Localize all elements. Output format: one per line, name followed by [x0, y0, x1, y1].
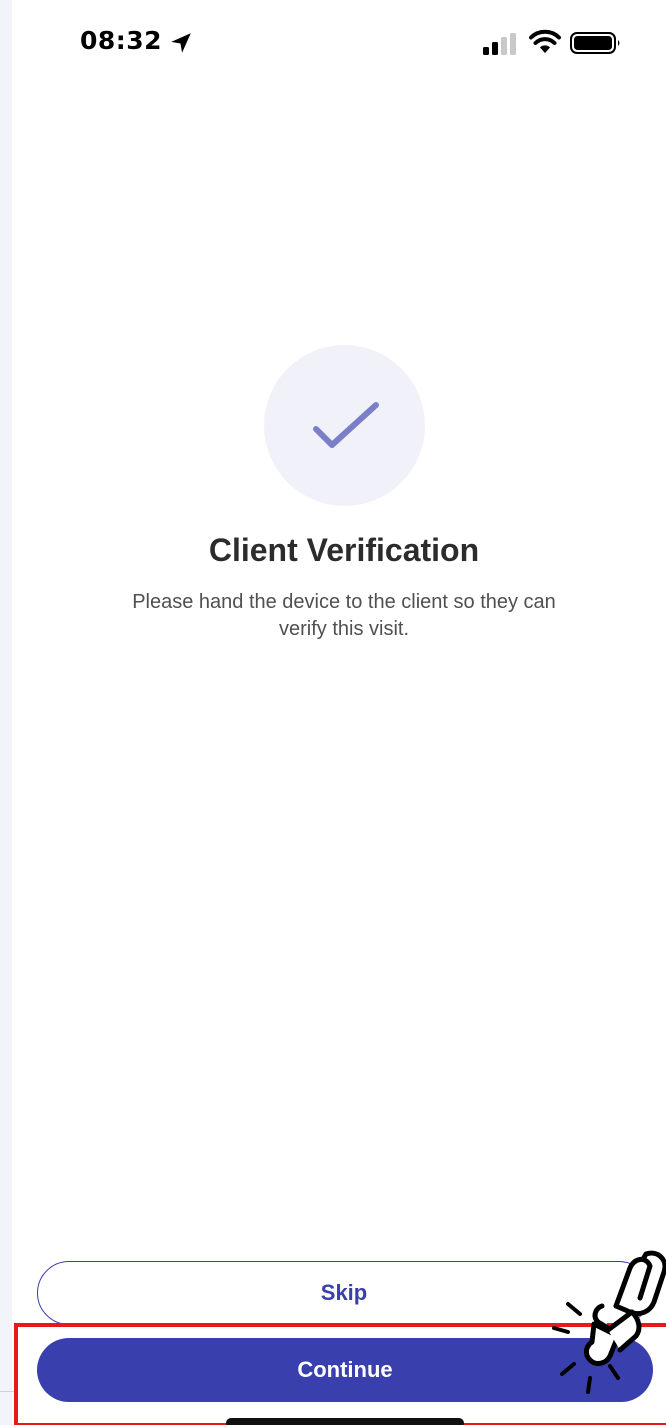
wifi-icon: [529, 29, 561, 53]
skip-button-label: Skip: [320, 1280, 368, 1305]
page-subtitle: Please hand the device to the client so …: [132, 591, 556, 640]
battery-icon: [570, 32, 620, 54]
client-verification-screen: 08:32 Client Verification Please hand th…: [0, 0, 666, 1425]
page-title: Client Verification: [208, 532, 480, 568]
verification-check-circle: [264, 345, 425, 506]
left-edge-strip: [0, 0, 12, 1425]
cellular-signal-icon: [483, 33, 516, 55]
status-time: 08:32: [80, 26, 163, 55]
checkmark-icon: [313, 402, 379, 448]
location-arrow-icon: [171, 33, 191, 53]
bottom-divider: [0, 1391, 14, 1392]
tap-hand-icon: [552, 1250, 666, 1394]
home-indicator[interactable]: [226, 1418, 464, 1425]
